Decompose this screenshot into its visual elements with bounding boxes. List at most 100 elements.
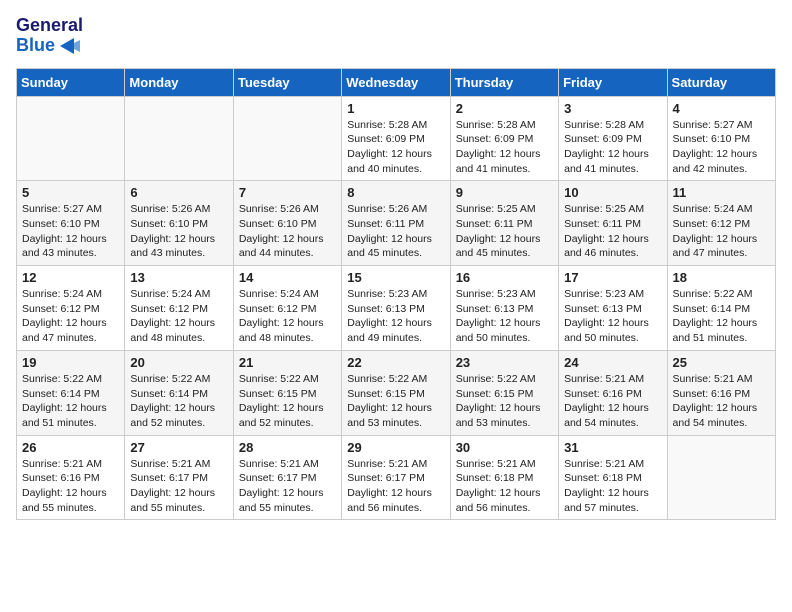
day-number: 2 (456, 101, 553, 116)
calendar-cell: 15 Sunrise: 5:23 AM Sunset: 6:13 PM Dayli… (342, 266, 450, 351)
day-info: Sunrise: 5:21 AM Sunset: 6:17 PM Dayligh… (347, 457, 444, 516)
day-number: 27 (130, 440, 227, 455)
day-number: 24 (564, 355, 661, 370)
calendar-cell: 11 Sunrise: 5:24 AM Sunset: 6:12 PM Dayli… (667, 181, 775, 266)
calendar-week-row: 5 Sunrise: 5:27 AM Sunset: 6:10 PM Daylig… (17, 181, 776, 266)
calendar-cell: 7 Sunrise: 5:26 AM Sunset: 6:10 PM Daylig… (233, 181, 341, 266)
day-number: 23 (456, 355, 553, 370)
calendar-cell: 16 Sunrise: 5:23 AM Sunset: 6:13 PM Dayli… (450, 266, 558, 351)
day-info: Sunrise: 5:27 AM Sunset: 6:10 PM Dayligh… (22, 202, 119, 261)
calendar-cell: 2 Sunrise: 5:28 AM Sunset: 6:09 PM Daylig… (450, 96, 558, 181)
calendar-cell: 28 Sunrise: 5:21 AM Sunset: 6:17 PM Dayli… (233, 435, 341, 520)
day-info: Sunrise: 5:23 AM Sunset: 6:13 PM Dayligh… (456, 287, 553, 346)
day-info: Sunrise: 5:24 AM Sunset: 6:12 PM Dayligh… (239, 287, 336, 346)
day-info: Sunrise: 5:22 AM Sunset: 6:15 PM Dayligh… (239, 372, 336, 431)
calendar-week-row: 1Sunrise: 5:28 AM Sunset: 6:09 PM Daylig… (17, 96, 776, 181)
calendar-cell: 17 Sunrise: 5:23 AM Sunset: 6:13 PM Dayli… (559, 266, 667, 351)
calendar-week-row: 26Sunrise: 5:21 AM Sunset: 6:16 PM Dayli… (17, 435, 776, 520)
calendar-cell: 23Sunrise: 5:22 AM Sunset: 6:15 PM Dayli… (450, 350, 558, 435)
day-info: Sunrise: 5:24 AM Sunset: 6:12 PM Dayligh… (22, 287, 119, 346)
day-info: Sunrise: 5:24 AM Sunset: 6:12 PM Dayligh… (673, 202, 770, 261)
day-number: 3 (564, 101, 661, 116)
day-number: 17 (564, 270, 661, 285)
day-info: Sunrise: 5:26 AM Sunset: 6:11 PM Dayligh… (347, 202, 444, 261)
day-number: 22 (347, 355, 444, 370)
calendar-cell: 14 Sunrise: 5:24 AM Sunset: 6:12 PM Dayli… (233, 266, 341, 351)
calendar-cell: 24Sunrise: 5:21 AM Sunset: 6:16 PM Dayli… (559, 350, 667, 435)
calendar-cell: 13 Sunrise: 5:24 AM Sunset: 6:12 PM Dayli… (125, 266, 233, 351)
calendar-cell: 18 Sunrise: 5:22 AM Sunset: 6:14 PM Dayli… (667, 266, 775, 351)
day-number: 19 (22, 355, 119, 370)
day-info: Sunrise: 5:28 AM Sunset: 6:09 PM Dayligh… (347, 118, 444, 177)
calendar-cell: 9 Sunrise: 5:25 AM Sunset: 6:11 PM Daylig… (450, 181, 558, 266)
weekday-header: Thursday (450, 68, 558, 96)
calendar-cell (233, 96, 341, 181)
weekday-header: Monday (125, 68, 233, 96)
day-info: Sunrise: 5:21 AM Sunset: 6:17 PM Dayligh… (130, 457, 227, 516)
calendar-cell: 12 Sunrise: 5:24 AM Sunset: 6:12 PM Dayli… (17, 266, 125, 351)
calendar-cell: 27 Sunrise: 5:21 AM Sunset: 6:17 PM Dayli… (125, 435, 233, 520)
calendar-cell: 31 Sunrise: 5:21 AM Sunset: 6:18 PM Dayli… (559, 435, 667, 520)
day-number: 14 (239, 270, 336, 285)
day-info: Sunrise: 5:22 AM Sunset: 6:14 PM Dayligh… (130, 372, 227, 431)
day-number: 16 (456, 270, 553, 285)
day-number: 13 (130, 270, 227, 285)
day-number: 10 (564, 185, 661, 200)
calendar-cell (125, 96, 233, 181)
day-info: Sunrise: 5:26 AM Sunset: 6:10 PM Dayligh… (130, 202, 227, 261)
day-number: 15 (347, 270, 444, 285)
day-number: 25 (673, 355, 770, 370)
day-number: 11 (673, 185, 770, 200)
day-info: Sunrise: 5:23 AM Sunset: 6:13 PM Dayligh… (564, 287, 661, 346)
day-info: Sunrise: 5:28 AM Sunset: 6:09 PM Dayligh… (564, 118, 661, 177)
day-number: 4 (673, 101, 770, 116)
calendar-table: SundayMondayTuesdayWednesdayThursdayFrid… (16, 68, 776, 521)
day-number: 9 (456, 185, 553, 200)
weekday-header: Sunday (17, 68, 125, 96)
day-info: Sunrise: 5:21 AM Sunset: 6:18 PM Dayligh… (564, 457, 661, 516)
calendar-week-row: 19 Sunrise: 5:22 AM Sunset: 6:14 PM Dayli… (17, 350, 776, 435)
day-number: 5 (22, 185, 119, 200)
calendar-cell: 10 Sunrise: 5:25 AM Sunset: 6:11 PM Dayli… (559, 181, 667, 266)
calendar-cell: 21 Sunrise: 5:22 AM Sunset: 6:15 PM Dayli… (233, 350, 341, 435)
logo: General Blue (16, 16, 83, 56)
calendar-cell: 25 Sunrise: 5:21 AM Sunset: 6:16 PM Dayli… (667, 350, 775, 435)
calendar-cell: 29 Sunrise: 5:21 AM Sunset: 6:17 PM Dayli… (342, 435, 450, 520)
calendar-cell: 1Sunrise: 5:28 AM Sunset: 6:09 PM Daylig… (342, 96, 450, 181)
day-info: Sunrise: 5:25 AM Sunset: 6:11 PM Dayligh… (564, 202, 661, 261)
calendar-cell: 8Sunrise: 5:26 AM Sunset: 6:11 PM Daylig… (342, 181, 450, 266)
day-number: 18 (673, 270, 770, 285)
day-number: 29 (347, 440, 444, 455)
day-number: 6 (130, 185, 227, 200)
day-number: 30 (456, 440, 553, 455)
day-info: Sunrise: 5:21 AM Sunset: 6:16 PM Dayligh… (673, 372, 770, 431)
day-info: Sunrise: 5:21 AM Sunset: 6:16 PM Dayligh… (22, 457, 119, 516)
calendar-cell (667, 435, 775, 520)
calendar-header-row: SundayMondayTuesdayWednesdayThursdayFrid… (17, 68, 776, 96)
day-info: Sunrise: 5:22 AM Sunset: 6:14 PM Dayligh… (673, 287, 770, 346)
day-number: 20 (130, 355, 227, 370)
day-info: Sunrise: 5:21 AM Sunset: 6:18 PM Dayligh… (456, 457, 553, 516)
day-info: Sunrise: 5:22 AM Sunset: 6:15 PM Dayligh… (347, 372, 444, 431)
calendar-cell: 3 Sunrise: 5:28 AM Sunset: 6:09 PM Daylig… (559, 96, 667, 181)
calendar-cell: 19Sunrise: 5:22 AM Sunset: 6:14 PM Dayli… (17, 350, 125, 435)
calendar-cell (17, 96, 125, 181)
calendar-cell: 20 Sunrise: 5:22 AM Sunset: 6:14 PM Dayli… (125, 350, 233, 435)
day-info: Sunrise: 5:28 AM Sunset: 6:09 PM Dayligh… (456, 118, 553, 177)
day-number: 28 (239, 440, 336, 455)
day-info: Sunrise: 5:23 AM Sunset: 6:13 PM Dayligh… (347, 287, 444, 346)
day-info: Sunrise: 5:26 AM Sunset: 6:10 PM Dayligh… (239, 202, 336, 261)
calendar-cell: 6 Sunrise: 5:26 AM Sunset: 6:10 PM Daylig… (125, 181, 233, 266)
day-number: 31 (564, 440, 661, 455)
calendar-cell: 26Sunrise: 5:21 AM Sunset: 6:16 PM Dayli… (17, 435, 125, 520)
calendar-cell: 22 Sunrise: 5:22 AM Sunset: 6:15 PM Dayli… (342, 350, 450, 435)
day-info: Sunrise: 5:24 AM Sunset: 6:12 PM Dayligh… (130, 287, 227, 346)
weekday-header: Tuesday (233, 68, 341, 96)
day-info: Sunrise: 5:21 AM Sunset: 6:17 PM Dayligh… (239, 457, 336, 516)
weekday-header: Saturday (667, 68, 775, 96)
weekday-header: Friday (559, 68, 667, 96)
day-number: 7 (239, 185, 336, 200)
day-number: 12 (22, 270, 119, 285)
day-number: 21 (239, 355, 336, 370)
day-info: Sunrise: 5:25 AM Sunset: 6:11 PM Dayligh… (456, 202, 553, 261)
